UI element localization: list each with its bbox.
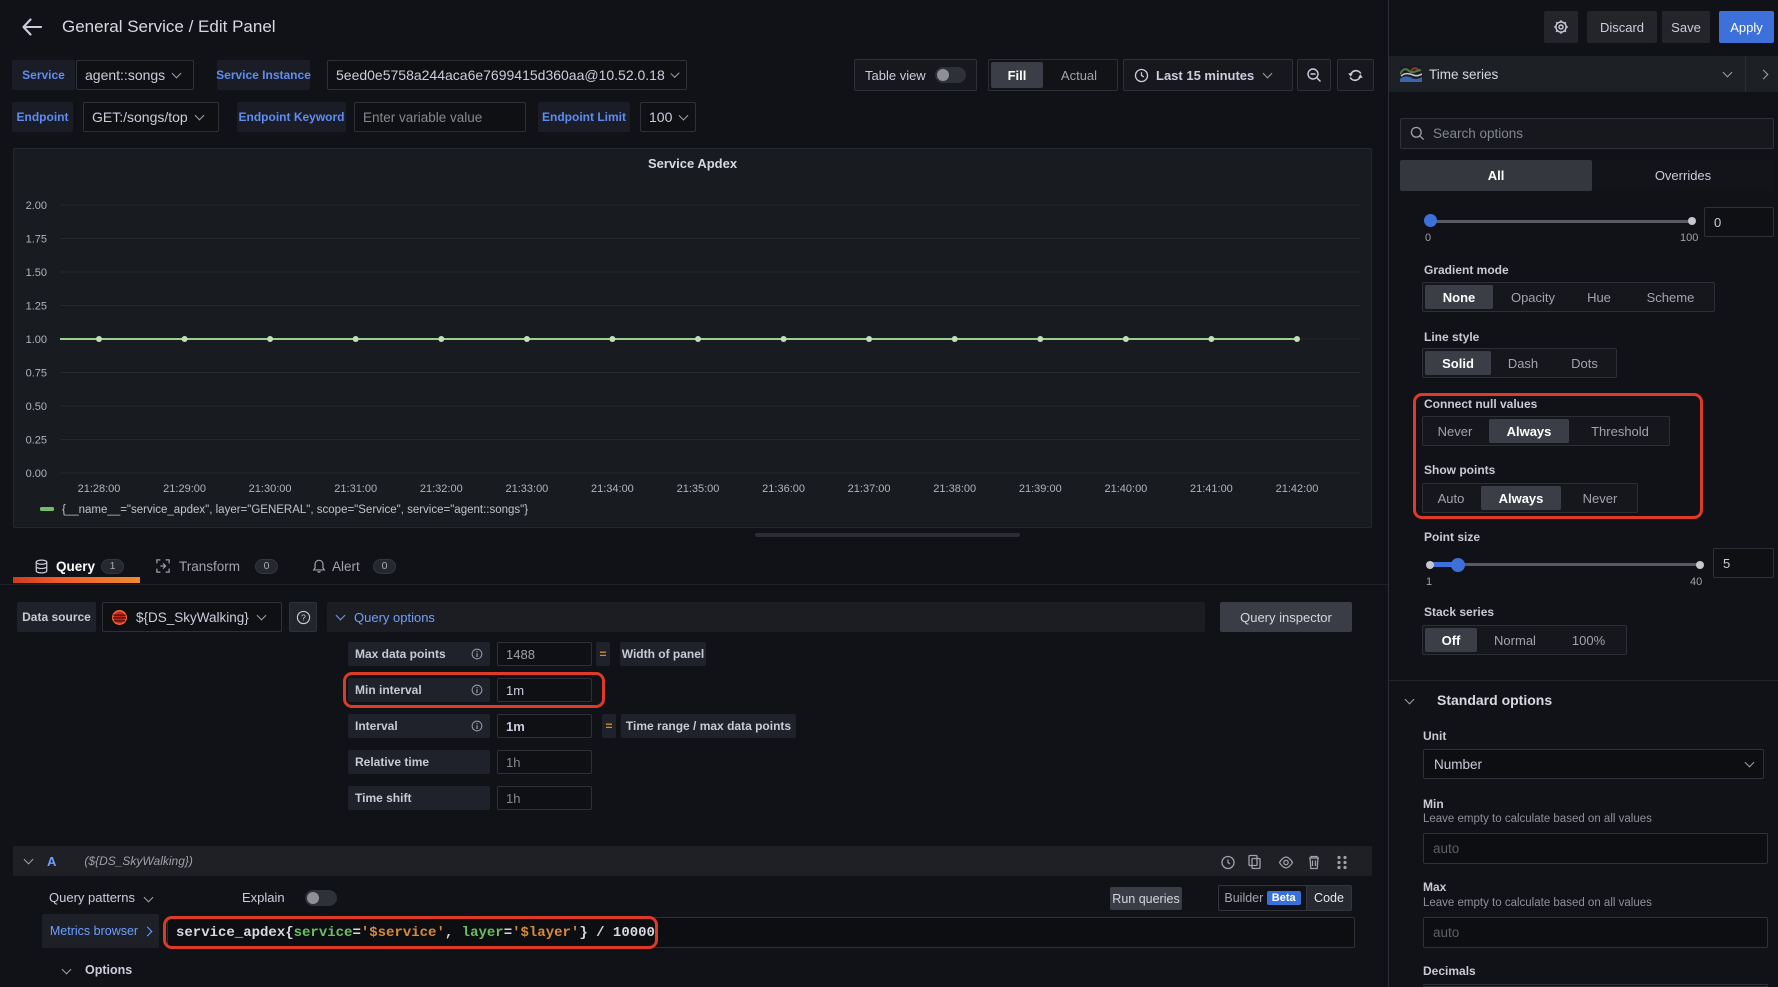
svg-text:21:28:00: 21:28:00 xyxy=(78,483,121,495)
svg-text:0.00: 0.00 xyxy=(26,468,47,480)
svg-text:1.50: 1.50 xyxy=(26,267,47,279)
svg-text:?: ? xyxy=(301,612,306,622)
svg-text:21:31:00: 21:31:00 xyxy=(334,483,377,495)
svg-text:21:29:00: 21:29:00 xyxy=(163,483,206,495)
svg-text:1.25: 1.25 xyxy=(26,301,47,313)
svg-text:21:36:00: 21:36:00 xyxy=(762,483,805,495)
svg-text:21:30:00: 21:30:00 xyxy=(249,483,292,495)
svg-text:1.00: 1.00 xyxy=(26,334,47,346)
svg-text:21:42:00: 21:42:00 xyxy=(1276,483,1319,495)
svg-text:2.00: 2.00 xyxy=(26,200,47,212)
svg-text:21:41:00: 21:41:00 xyxy=(1190,483,1233,495)
svg-text:21:33:00: 21:33:00 xyxy=(505,483,548,495)
svg-text:21:38:00: 21:38:00 xyxy=(933,483,976,495)
svg-text:21:39:00: 21:39:00 xyxy=(1019,483,1062,495)
svg-text:0.50: 0.50 xyxy=(26,401,47,413)
svg-text:21:35:00: 21:35:00 xyxy=(677,483,720,495)
svg-text:1.75: 1.75 xyxy=(26,234,47,246)
svg-text:21:32:00: 21:32:00 xyxy=(420,483,463,495)
svg-text:21:34:00: 21:34:00 xyxy=(591,483,634,495)
svg-text:21:40:00: 21:40:00 xyxy=(1104,483,1147,495)
svg-text:21:37:00: 21:37:00 xyxy=(848,483,891,495)
svg-text:0.25: 0.25 xyxy=(26,435,47,447)
svg-text:{__name__="service_apdex", lay: {__name__="service_apdex", layer="GENERA… xyxy=(62,504,528,516)
svg-text:0.75: 0.75 xyxy=(26,368,47,380)
